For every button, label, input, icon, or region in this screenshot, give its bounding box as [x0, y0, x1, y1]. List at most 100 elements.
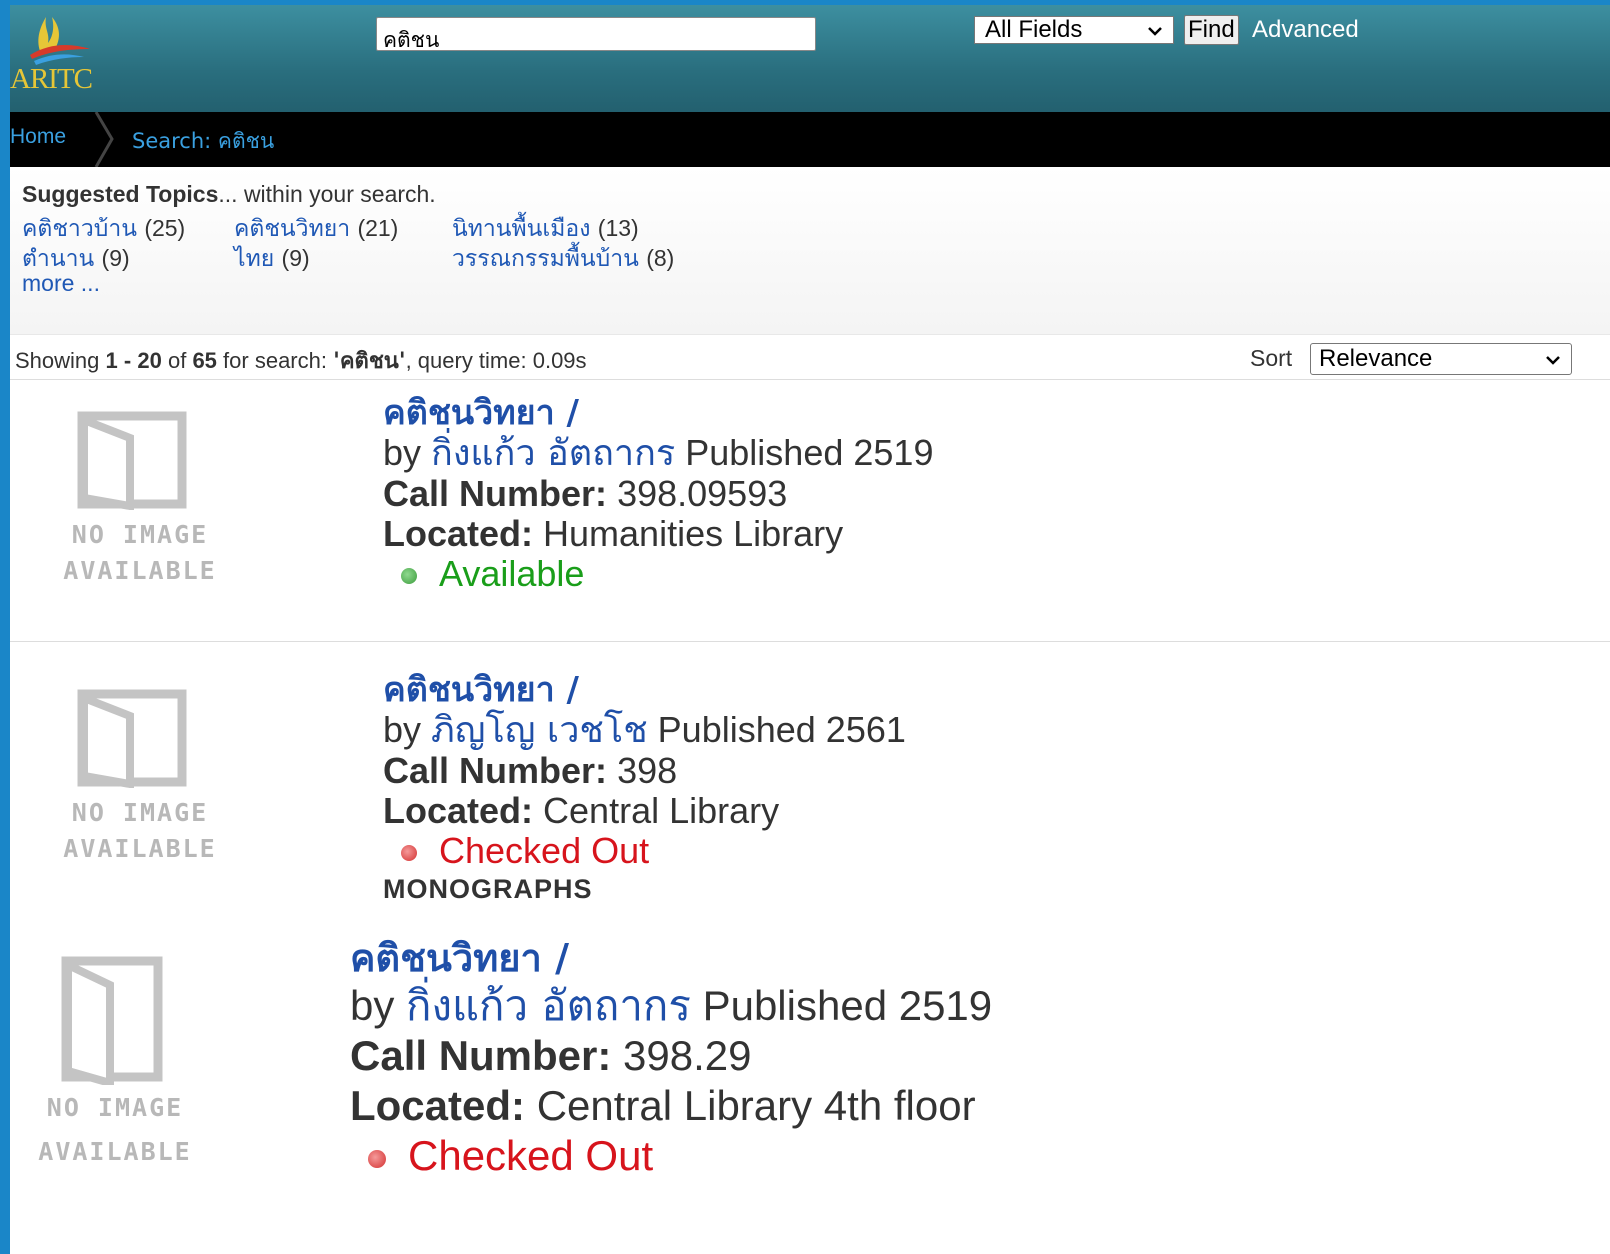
call-number-value: 398.09593	[617, 473, 788, 514]
advanced-search-link[interactable]: Advanced	[1252, 16, 1359, 44]
no-image-text: AVAILABLE	[63, 834, 217, 863]
topic-link[interactable]: ไทย (9)	[234, 241, 310, 277]
summary-range-start: 1	[105, 348, 118, 373]
result-author-link[interactable]: กิ่งแก้ว อัตถากร	[431, 433, 675, 474]
location-value: Central Library 4th floor	[536, 1082, 976, 1129]
logo-flame-icon	[30, 17, 90, 65]
result-format: MONOGRAPHS	[383, 874, 593, 904]
no-image-text: AVAILABLE	[63, 556, 217, 585]
summary-of: of	[167, 348, 187, 373]
located-label: Located:	[350, 1082, 526, 1129]
call-number-value: 398	[617, 750, 678, 791]
divider	[10, 641, 1610, 642]
topic-label: ไทย	[234, 246, 275, 272]
no-image-text: AVAILABLE	[38, 1137, 192, 1166]
result-location: Located: Humanities Library	[383, 514, 933, 554]
search-field-select[interactable]: All Fields	[974, 16, 1174, 44]
location-value: Central Library	[543, 790, 780, 831]
topic-count: (25)	[144, 215, 186, 241]
result-year: 2561	[825, 709, 906, 750]
suggested-topics: Suggested Topics... within your search. …	[10, 167, 1610, 335]
status-text: Available	[439, 553, 585, 594]
book-placeholder-icon	[61, 956, 163, 1085]
result-title-link[interactable]: คติชนวิทยา /	[383, 393, 933, 433]
topic-count: (9)	[281, 245, 310, 271]
result-title-link[interactable]: คติชนวิทยา /	[350, 935, 992, 981]
no-image-text: NO IMAGE	[46, 1093, 184, 1122]
results-summary: Showing 1 - 20 of 65 for search: 'คติชน'…	[15, 343, 587, 378]
breadcrumb-home-link[interactable]: Home	[10, 125, 66, 149]
breadcrumb-separator-icon	[94, 112, 114, 167]
no-image-text: NO IMAGE	[71, 520, 209, 549]
status-badge: Checked Out	[383, 831, 906, 871]
result-author-link[interactable]: ภิญโญ เวชโช	[431, 710, 648, 751]
suggested-topics-subtitle: ... within your search.	[218, 181, 436, 207]
call-number-value: 398.29	[623, 1032, 752, 1079]
result-location: Located: Central Library 4th floor	[350, 1081, 992, 1131]
result-thumbnail[interactable]: NO IMAGE AVAILABLE	[10, 955, 230, 1166]
suggested-topics-heading: Suggested Topics... within your search.	[22, 181, 436, 208]
status-dot-icon	[401, 845, 417, 862]
topic-count: (21)	[357, 215, 399, 241]
published-label: Published	[685, 432, 844, 473]
book-placeholder-icon	[77, 689, 187, 788]
header: ARITC คติชน All Fields Find Advanced	[10, 5, 1610, 112]
result-author-link[interactable]: กิ่งแก้ว อัตถากร	[406, 981, 691, 1030]
status-text: Checked Out	[408, 1132, 654, 1179]
published-label: Published	[657, 709, 816, 750]
located-label: Located:	[383, 790, 534, 831]
topic-count: (9)	[101, 245, 130, 271]
search-input[interactable]: คติชน	[376, 17, 816, 52]
topic-link[interactable]: วรรณกรรมพื้นบ้าน (8)	[452, 241, 674, 277]
more-topics-link[interactable]: more ...	[22, 270, 100, 297]
summary-dash: -	[123, 348, 132, 373]
result-year: 2519	[898, 982, 993, 1029]
book-placeholder-icon	[77, 411, 187, 510]
topic-label: นิทานพื้นเมือง	[452, 216, 591, 242]
result-author-line: by ภิญโญ เวชโช Published 2561	[383, 710, 906, 751]
sort-label: Sort	[1250, 345, 1293, 371]
result-call-number: Call Number: 398.09593	[383, 474, 933, 514]
status-text: Checked Out	[439, 830, 650, 871]
site-logo[interactable]: ARITC	[10, 9, 110, 105]
by-label: by	[383, 709, 422, 750]
result-item: คติชนวิทยา / by กิ่งแก้ว อัตถากร Publish…	[383, 393, 933, 594]
breadcrumb: Home Search: คติชน	[10, 112, 1610, 167]
result-item: คติชนวิทยา / by กิ่งแก้ว อัตถากร Publish…	[350, 935, 992, 1181]
search-field-select-value: All Fields	[985, 16, 1083, 43]
call-number-label: Call Number:	[350, 1032, 612, 1079]
status-dot-icon	[368, 1149, 386, 1168]
call-number-label: Call Number:	[383, 473, 608, 514]
by-label: by	[350, 982, 395, 1029]
find-button[interactable]: Find	[1184, 15, 1239, 45]
status-dot-icon	[401, 568, 417, 585]
result-location: Located: Central Library	[383, 791, 906, 831]
topic-label: วรรณกรรมพื้นบ้าน	[452, 246, 639, 272]
call-number-label: Call Number:	[383, 750, 608, 791]
result-call-number: Call Number: 398.29	[350, 1031, 992, 1081]
published-label: Published	[702, 982, 888, 1029]
result-title-link[interactable]: คติชนวิทยา /	[383, 670, 906, 710]
result-item: คติชนวิทยา / by ภิญโญ เวชโช Published 25…	[383, 670, 906, 907]
status-badge: Available	[383, 554, 933, 594]
topic-count: (13)	[597, 215, 639, 241]
summary-total: 65	[192, 348, 217, 373]
chevron-down-icon	[1148, 27, 1162, 36]
result-thumbnail[interactable]: NO IMAGE AVAILABLE	[30, 688, 250, 888]
result-year: 2519	[853, 432, 934, 473]
logo-text: ARITC	[10, 63, 93, 95]
no-image-text: NO IMAGE	[71, 798, 209, 827]
chevron-down-icon	[1546, 356, 1560, 365]
by-label: by	[383, 432, 422, 473]
summary-range-end: 20	[137, 348, 162, 373]
summary-query-time: , query time: 0.09s	[405, 348, 587, 373]
result-author-line: by กิ่งแก้ว อัตถากร Published 2519	[350, 981, 992, 1031]
sort-select[interactable]: Relevance	[1310, 343, 1572, 375]
result-thumbnail[interactable]: NO IMAGE AVAILABLE	[30, 410, 250, 610]
status-badge: Checked Out	[350, 1131, 992, 1181]
suggested-topics-title: Suggested Topics	[22, 181, 219, 207]
breadcrumb-current: Search: คติชน	[132, 129, 275, 153]
located-label: Located:	[383, 513, 534, 554]
summary-for-search: for search:	[223, 348, 327, 373]
app-frame: ARITC คติชน All Fields Find Advanced Hom…	[10, 5, 1610, 1254]
